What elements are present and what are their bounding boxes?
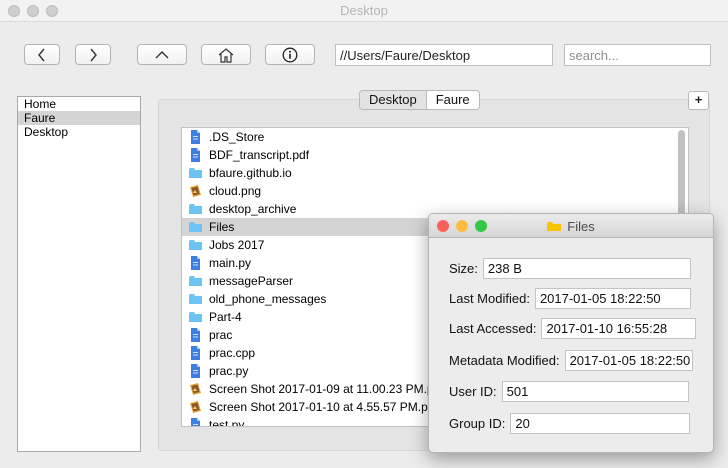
document-icon xyxy=(191,256,200,270)
document-icon xyxy=(191,148,200,162)
size-row: Size: 238 B xyxy=(449,257,691,279)
folder-icon xyxy=(547,222,562,231)
file-name: cloud.png xyxy=(209,184,262,198)
file-name: BDF_transcript.pdf xyxy=(209,148,310,162)
size-field[interactable]: 238 B xyxy=(482,257,691,279)
group-id-field[interactable]: 20 xyxy=(510,412,691,434)
folder-icon xyxy=(189,168,202,178)
info-window-title: Files xyxy=(567,219,595,234)
last-accessed-field[interactable]: 2017-01-10 16:55:28 xyxy=(541,317,697,339)
image-icon xyxy=(190,401,201,413)
group-id-label: Group ID: xyxy=(449,415,506,431)
document-icon xyxy=(191,328,200,342)
chevron-up-icon xyxy=(155,50,169,58)
sidebar: Home Faure Desktop xyxy=(17,96,141,452)
file-name: Screen Shot 2017-01-10 at 4.55.57 PM.png xyxy=(209,400,442,414)
file-list-scrollbar[interactable] xyxy=(678,130,685,216)
path-input[interactable] xyxy=(335,44,553,66)
metadata-modified-field[interactable]: 2017-01-05 18:22:50 xyxy=(564,349,693,371)
tab-desktop[interactable]: Desktop xyxy=(360,91,427,109)
image-icon xyxy=(190,383,201,395)
file-row[interactable]: bfaure.github.io xyxy=(182,164,688,182)
info-window-title-wrap: Files xyxy=(429,219,713,234)
image-icon xyxy=(190,185,201,197)
last-modified-label: Last Modified: xyxy=(449,290,530,306)
last-modified-row: Last Modified: 2017-01-05 18:22:50 xyxy=(449,287,691,309)
chevron-left-icon xyxy=(38,48,45,61)
chevron-right-icon xyxy=(90,48,97,61)
metadata-modified-row: Metadata Modified: 2017-01-05 18:22:50 xyxy=(449,349,693,371)
last-modified-field[interactable]: 2017-01-05 18:22:50 xyxy=(534,287,691,309)
document-icon xyxy=(191,364,200,378)
tab-faure[interactable]: Faure xyxy=(426,91,479,109)
document-icon xyxy=(191,130,200,144)
file-row[interactable]: .DS_Store xyxy=(182,128,688,146)
folder-icon xyxy=(189,240,202,250)
add-tab-button[interactable]: + xyxy=(688,91,709,110)
file-row[interactable]: BDF_transcript.pdf xyxy=(182,146,688,164)
document-icon xyxy=(191,418,200,426)
user-id-label: User ID: xyxy=(449,383,497,399)
info-window-titlebar: Files xyxy=(429,214,713,238)
folder-icon xyxy=(189,276,202,286)
user-id-row: User ID: 501 xyxy=(449,380,689,402)
file-name: test.py xyxy=(209,418,245,427)
size-label: Size: xyxy=(449,260,478,276)
forward-button[interactable] xyxy=(75,44,111,65)
file-name: prac.py xyxy=(209,364,249,378)
search-input[interactable] xyxy=(564,44,711,66)
info-icon xyxy=(282,47,298,62)
folder-icon xyxy=(189,312,202,322)
window-titlebar: Desktop xyxy=(0,0,728,22)
folder-icon xyxy=(189,294,202,304)
home-icon xyxy=(218,47,234,63)
folder-icon xyxy=(189,222,202,232)
file-name: old_phone_messages xyxy=(209,292,327,306)
window-title: Desktop xyxy=(340,3,388,18)
file-name: Jobs 2017 xyxy=(209,238,265,252)
file-info-window: Files Size: 238 B Last Modified: 2017-01… xyxy=(428,213,714,453)
sidebar-item-home[interactable]: Home xyxy=(18,97,140,111)
file-name: main.py xyxy=(209,256,252,270)
info-button[interactable] xyxy=(265,44,315,65)
file-name: .DS_Store xyxy=(209,130,265,144)
file-name: Files xyxy=(209,220,235,234)
user-id-field[interactable]: 501 xyxy=(501,380,689,402)
last-accessed-row: Last Accessed: 2017-01-10 16:55:28 xyxy=(449,317,697,339)
document-icon xyxy=(191,346,200,360)
back-button[interactable] xyxy=(24,44,60,65)
file-name: Part-4 xyxy=(209,310,242,324)
metadata-modified-label: Metadata Modified: xyxy=(449,352,560,368)
up-directory-button[interactable] xyxy=(137,44,187,65)
file-name: prac xyxy=(209,328,233,342)
file-name: Screen Shot 2017-01-09 at 11.00.23 PM.pn… xyxy=(209,382,447,396)
file-name: bfaure.github.io xyxy=(209,166,292,180)
sidebar-item-faure[interactable]: Faure xyxy=(18,111,140,125)
file-name: prac.cpp xyxy=(209,346,256,360)
group-id-row: Group ID: 20 xyxy=(449,412,691,434)
home-button[interactable] xyxy=(201,44,251,65)
tab-bar: Desktop Faure xyxy=(359,90,480,110)
folder-icon xyxy=(189,204,202,214)
sidebar-item-desktop[interactable]: Desktop xyxy=(18,125,140,139)
file-row[interactable]: cloud.png xyxy=(182,182,688,200)
last-accessed-label: Last Accessed: xyxy=(449,320,537,336)
file-name: desktop_archive xyxy=(209,202,297,216)
file-name: messageParser xyxy=(209,274,294,288)
